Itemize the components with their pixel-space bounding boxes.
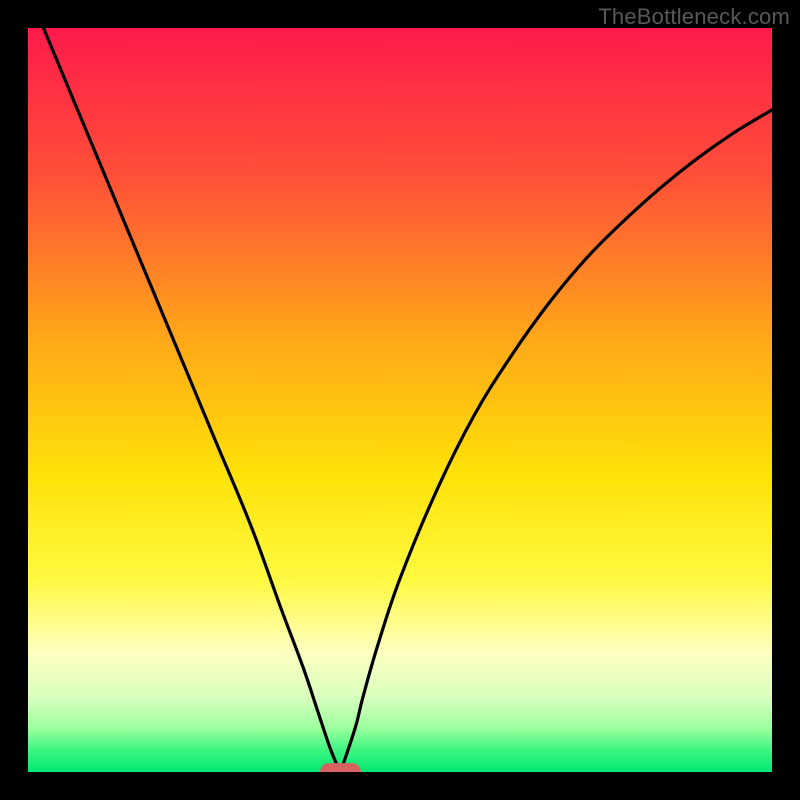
- chart-frame: TheBottleneck.com: [0, 0, 800, 800]
- gradient-background: [28, 28, 772, 772]
- chart-svg: [28, 28, 772, 772]
- plot-area: [28, 28, 772, 772]
- minimum-marker: [320, 763, 361, 772]
- watermark-text: TheBottleneck.com: [598, 4, 790, 30]
